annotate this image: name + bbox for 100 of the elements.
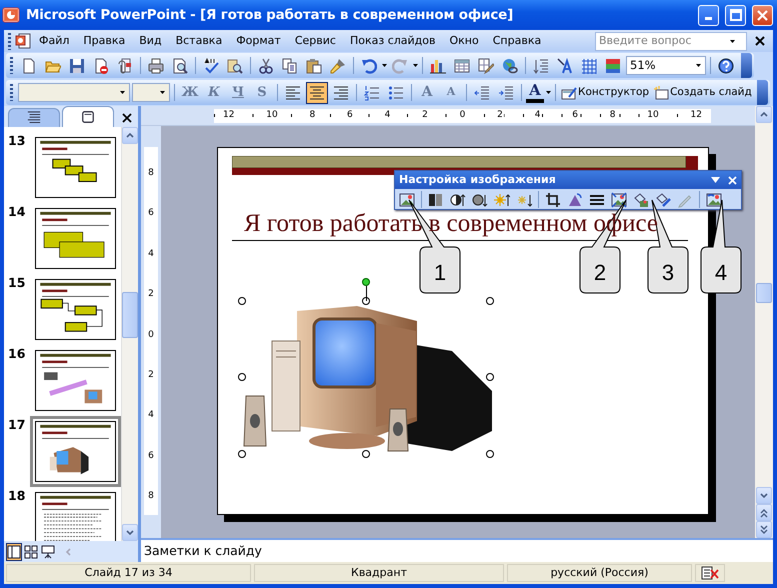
print-preview-icon[interactable] [172,58,188,74]
close-icon[interactable] [755,36,765,46]
print-icon[interactable] [148,58,164,74]
table-icon[interactable] [454,58,470,74]
selection-handle[interactable] [238,297,246,305]
text-format-icon[interactable] [557,58,573,74]
ruler-number: 4 [384,111,392,120]
chart-icon[interactable] [430,58,446,74]
selection-handle[interactable] [486,297,494,305]
caret-icon[interactable] [413,64,418,67]
toolbar-options-button[interactable] [756,80,768,105]
slide-sorter-icon[interactable] [24,544,38,558]
outline-tab[interactable] [8,108,60,127]
callout-label: 4 [700,200,742,294]
selection-handle[interactable] [238,373,246,381]
align-right-icon[interactable] [333,84,349,100]
rotate-icon[interactable] [567,192,583,208]
reset-picture-icon[interactable] [706,192,722,208]
menu-item[interactable]: Формат [229,32,288,50]
rotation-handle[interactable] [362,278,370,286]
dropdown-caret-icon[interactable] [696,64,701,67]
caret-icon[interactable] [382,64,387,67]
scroll-up-icon[interactable] [126,132,134,139]
next-slide-icon[interactable] [760,524,768,534]
bulleted-list-icon[interactable] [388,84,404,100]
slide-show-icon[interactable] [41,544,55,558]
menu-item[interactable]: Сервис [288,32,343,50]
slide-number: 16 [8,345,26,363]
copy-icon[interactable] [282,58,298,74]
status-text: русский (Россия) [507,564,692,582]
menu-item[interactable]: Показ слайдов [342,32,442,50]
ruler-number: 0 [147,330,155,340]
contrast-up-icon[interactable] [450,192,466,208]
help-search-field[interactable]: Введите вопрос [595,32,747,50]
research-icon[interactable] [227,58,243,74]
ruler-number: 2 [496,111,504,120]
toolbar-button[interactable]: Конструктор [560,82,650,104]
recolor-icon[interactable] [633,192,649,208]
ruler-number: 8 [608,111,616,120]
toolbar-options-button[interactable] [741,53,752,78]
compress-picture-icon[interactable] [611,192,627,208]
previous-slide-icon[interactable] [760,508,768,518]
align-left-icon[interactable] [285,84,301,100]
design-icon [561,84,577,100]
selection-handle[interactable] [486,450,494,458]
contrast-down-icon[interactable] [472,192,488,208]
paste-icon[interactable] [306,58,322,74]
increase-indent-icon[interactable] [498,84,514,100]
ruler-number: 2 [147,370,155,380]
scroll-thumb[interactable] [122,292,138,338]
brightness-up-icon[interactable] [494,192,510,208]
selection-handle[interactable] [486,373,494,381]
email-attachment-icon[interactable] [117,58,133,74]
maximize-icon[interactable] [730,9,742,21]
selection-handle[interactable] [362,297,370,305]
scroll-up-icon[interactable] [760,111,768,118]
brush-icon[interactable] [330,58,346,74]
globe-icon[interactable] [502,58,518,74]
color-icon[interactable] [605,58,621,74]
new-document-icon[interactable] [21,58,37,74]
picture-icon[interactable] [399,192,415,208]
ruler-number: 6 [147,452,155,461]
align-center-icon[interactable] [309,84,325,100]
decrease-indent-icon[interactable] [474,84,490,100]
menu-item[interactable]: Справка [486,32,548,50]
undo-icon[interactable] [361,58,377,74]
color-mode-icon[interactable] [428,192,444,208]
caret-icon[interactable] [546,91,551,94]
menu-item[interactable]: Вид [132,32,169,50]
grid-icon[interactable] [581,58,597,74]
help-icon[interactable] [718,58,734,74]
dropdown-caret-icon[interactable] [730,40,735,42]
app-icon [2,6,20,24]
zoom-combo[interactable]: 51% [626,56,706,75]
scroll-thumb[interactable] [756,283,772,303]
expand-icon[interactable] [533,58,549,74]
dropdown-caret-icon[interactable] [160,91,165,94]
selection-handle[interactable] [238,450,246,458]
format-picture-icon[interactable] [655,192,671,208]
scroll-down-icon[interactable] [126,529,134,536]
slides-tab[interactable] [62,106,114,127]
save-icon[interactable] [69,58,85,74]
crop-icon[interactable] [545,192,561,208]
draw-table-icon[interactable] [478,58,494,74]
toolbar-button[interactable]: Создать слайд [652,82,753,104]
permission-icon[interactable] [93,58,109,74]
ruler-number: 4 [534,111,542,120]
scissors-icon[interactable] [258,58,274,74]
dropdown-caret-icon[interactable] [120,91,125,94]
menu-item[interactable]: Правка [76,32,132,50]
menu-item[interactable]: Вставка [168,32,230,50]
spelling-status-icon [701,566,719,580]
menu-item[interactable]: Файл [32,32,76,50]
scroll-down-icon[interactable] [760,492,768,499]
selection-handle[interactable] [362,450,370,458]
numbered-list-icon[interactable] [364,84,380,100]
menu-item[interactable]: Окно [442,32,486,50]
spelling-icon[interactable] [203,58,219,74]
normal-view-icon[interactable] [7,544,21,558]
close-icon[interactable] [122,112,132,122]
